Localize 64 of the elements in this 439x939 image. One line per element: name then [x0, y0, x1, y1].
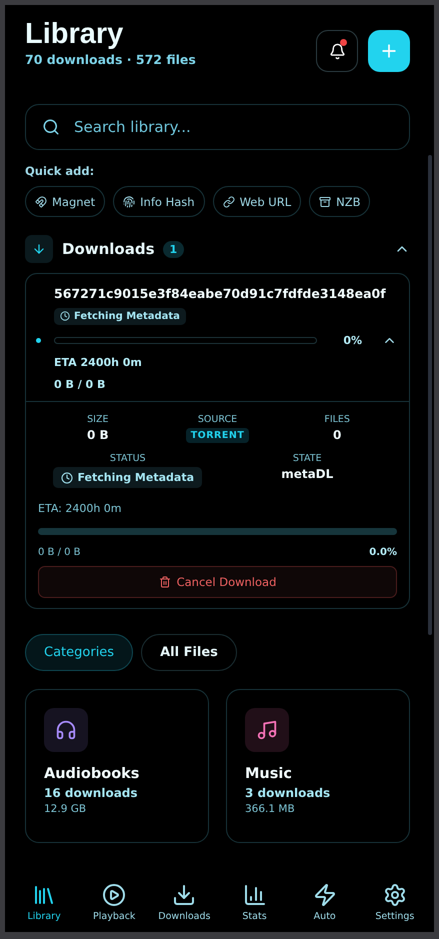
- category-count: 16 downloads: [44, 786, 139, 800]
- status-badge: Fetching Metadata: [54, 308, 186, 324]
- nav-tab[interactable]: Downloads: [151, 883, 218, 922]
- files-label: FILES: [324, 414, 350, 425]
- active-dot: [36, 338, 41, 343]
- category-name: Audiobooks: [44, 766, 140, 782]
- nav-tab[interactable]: Playback: [81, 883, 148, 922]
- category-card[interactable]: Audiobooks 16 downloads 12.9 GB: [25, 689, 209, 843]
- quick-add-chip[interactable]: NZB: [309, 186, 370, 217]
- bell-icon: [328, 42, 346, 60]
- category-name: Music: [245, 766, 293, 782]
- fingerprint-icon: [123, 196, 136, 208]
- link-icon: [222, 196, 235, 208]
- size-label: SIZE: [87, 414, 108, 425]
- download-name: 567271c9015e3f84eabe70d91c7fdfde3148ea0f: [54, 286, 387, 301]
- nav-tab[interactable]: Auto: [292, 883, 358, 922]
- eta-text: ETA 2400h 0m: [54, 356, 143, 369]
- files-value: 0: [332, 428, 342, 442]
- transfer-text: 0 B / 0 B: [38, 547, 81, 558]
- clock-icon: [61, 472, 74, 484]
- magnet-icon: [35, 196, 47, 208]
- library-summary: 70 downloads · 572 files: [25, 52, 196, 67]
- size-value: 0 B: [86, 428, 109, 442]
- search-box[interactable]: Search library...: [25, 104, 410, 150]
- play-icon: [102, 883, 126, 907]
- status-badge: Fetching Metadata: [53, 467, 202, 488]
- transfer-text: 0 B / 0 B: [54, 378, 106, 391]
- nav-tab[interactable]: Settings: [362, 883, 428, 922]
- bar-chart-icon: [242, 883, 267, 907]
- view-tab[interactable]: Categories: [25, 634, 134, 671]
- category-count: 3 downloads: [245, 786, 332, 800]
- view-tab[interactable]: All Files: [141, 634, 237, 671]
- cancel-download-button[interactable]: Cancel Download: [38, 566, 397, 598]
- download-icon: [172, 883, 196, 907]
- category-size: 12.9 GB: [44, 803, 88, 815]
- state-value: metaDL: [281, 467, 334, 481]
- search-field[interactable]: Search library...: [72, 117, 393, 137]
- source-label: SOURCE: [198, 414, 238, 425]
- section-title: Downloads: [62, 240, 155, 258]
- nav-tab[interactable]: Library: [11, 883, 78, 922]
- source-tag: TORRENT: [186, 428, 250, 443]
- page-title: Library: [25, 17, 124, 51]
- lightning-icon: [312, 883, 337, 907]
- progress-percent: 0.0%: [369, 547, 397, 558]
- settings-icon: [382, 883, 407, 907]
- count-badge: 1: [162, 240, 184, 258]
- progress-percent: 0%: [343, 334, 362, 347]
- status-label: STATUS: [110, 453, 146, 464]
- quick-add-chip[interactable]: Info Hash: [113, 186, 205, 217]
- eta-text: ETA: 2400h 0m: [38, 502, 123, 515]
- scrollbar[interactable]: [428, 155, 432, 635]
- clock-icon: [60, 311, 70, 321]
- archive-icon: [319, 196, 332, 208]
- search-icon: [42, 118, 60, 136]
- nav-tab[interactable]: Stats: [222, 883, 288, 922]
- state-label: STATE: [292, 453, 322, 464]
- add-button[interactable]: [368, 30, 410, 72]
- quick-add-chip[interactable]: Magnet: [25, 186, 106, 217]
- category-size: 366.1 MB: [245, 803, 296, 815]
- quick-add-chip[interactable]: Web URL: [212, 186, 302, 217]
- trash-icon: [158, 576, 171, 588]
- notifications-button[interactable]: [316, 30, 358, 72]
- quick-add-label: Quick add:: [25, 164, 96, 178]
- category-card[interactable]: Music 3 downloads 366.1 MB: [226, 689, 410, 843]
